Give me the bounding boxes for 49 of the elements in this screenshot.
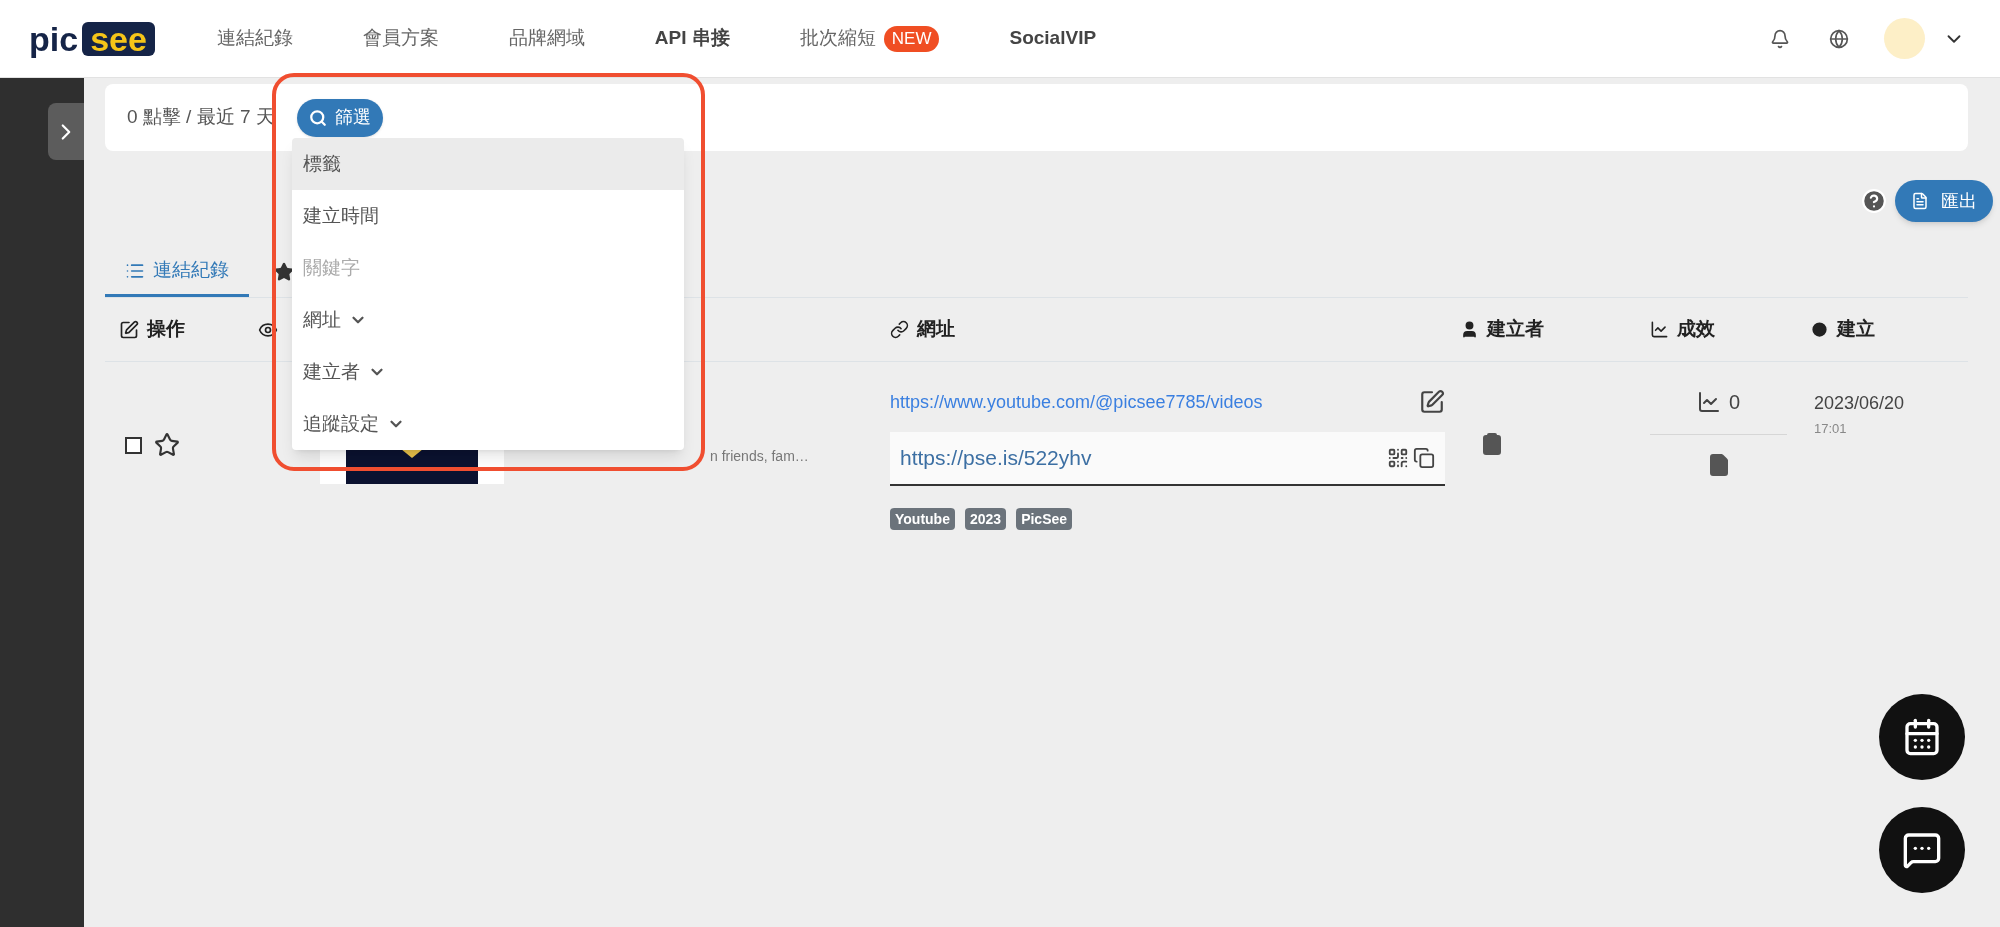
chat-icon: [1902, 830, 1942, 870]
line-chart-icon: [1650, 320, 1669, 339]
created-date: 2023/06/20: [1814, 392, 1906, 415]
search-icon: [308, 108, 327, 127]
row-checkbox[interactable]: [125, 436, 142, 454]
bell-icon[interactable]: [1770, 28, 1790, 49]
clipboard-icon[interactable]: [1480, 432, 1504, 456]
menu-item[interactable]: 建立時間: [292, 190, 684, 242]
column-header: 網址: [880, 315, 1460, 344]
tab[interactable]: 連結紀錄: [105, 247, 249, 297]
link-icon: [890, 320, 909, 339]
star-icon[interactable]: [154, 432, 180, 458]
line-chart-icon: [1696, 390, 1721, 414]
sidebar-toggle[interactable]: [48, 103, 84, 160]
edit-icon[interactable]: [1419, 389, 1445, 415]
new-badge: NEW: [883, 25, 940, 52]
nav-link[interactable]: 批次縮短 NEW: [799, 24, 940, 53]
nav-link[interactable]: 會員方案: [362, 24, 439, 53]
menu-item[interactable]: 追蹤設定: [292, 398, 684, 450]
filter-button[interactable]: 篩選: [296, 98, 383, 137]
tag[interactable]: Youtube: [890, 508, 955, 530]
clicks-count: 0: [1696, 380, 1741, 424]
edit-icon: [119, 319, 139, 340]
column-header: 建立: [1810, 315, 1968, 344]
copy-icon[interactable]: [1413, 447, 1435, 469]
menu-item[interactable]: 網址: [292, 294, 684, 346]
qr-code-icon[interactable]: [1387, 447, 1409, 469]
link-description: n friends, fam…: [710, 447, 809, 466]
globe-icon[interactable]: [1829, 28, 1849, 49]
column-header: 建立者: [1460, 315, 1650, 344]
tag[interactable]: 2023: [964, 508, 1007, 530]
nav-link[interactable]: API 串接: [654, 24, 730, 53]
nav-link[interactable]: 品牌網域: [508, 24, 585, 53]
nav-link[interactable]: 連結紀錄: [216, 24, 293, 53]
help-icon[interactable]: [1861, 188, 1887, 214]
menu-item[interactable]: 標籤: [292, 138, 684, 190]
user-icon: [1460, 320, 1479, 339]
file-icon: [1911, 192, 1929, 210]
tag[interactable]: PicSee: [1016, 508, 1073, 530]
short-url-field[interactable]: https://pse.is/522yhv: [890, 432, 1445, 486]
long-url-link[interactable]: https://www.youtube.com/@picsee7785/videos: [890, 388, 1263, 416]
created-time: 17:01: [1814, 420, 1848, 438]
star-icon[interactable]: [274, 262, 294, 282]
column-header: 成效: [1650, 315, 1810, 344]
calendar-icon: [1902, 717, 1942, 757]
column-header: 操作: [105, 315, 250, 344]
menu-item[interactable]: 建立者: [292, 346, 684, 398]
export-button[interactable]: 匯出: [1895, 180, 1993, 222]
nav-link[interactable]: SocialVIP: [1009, 24, 1097, 53]
